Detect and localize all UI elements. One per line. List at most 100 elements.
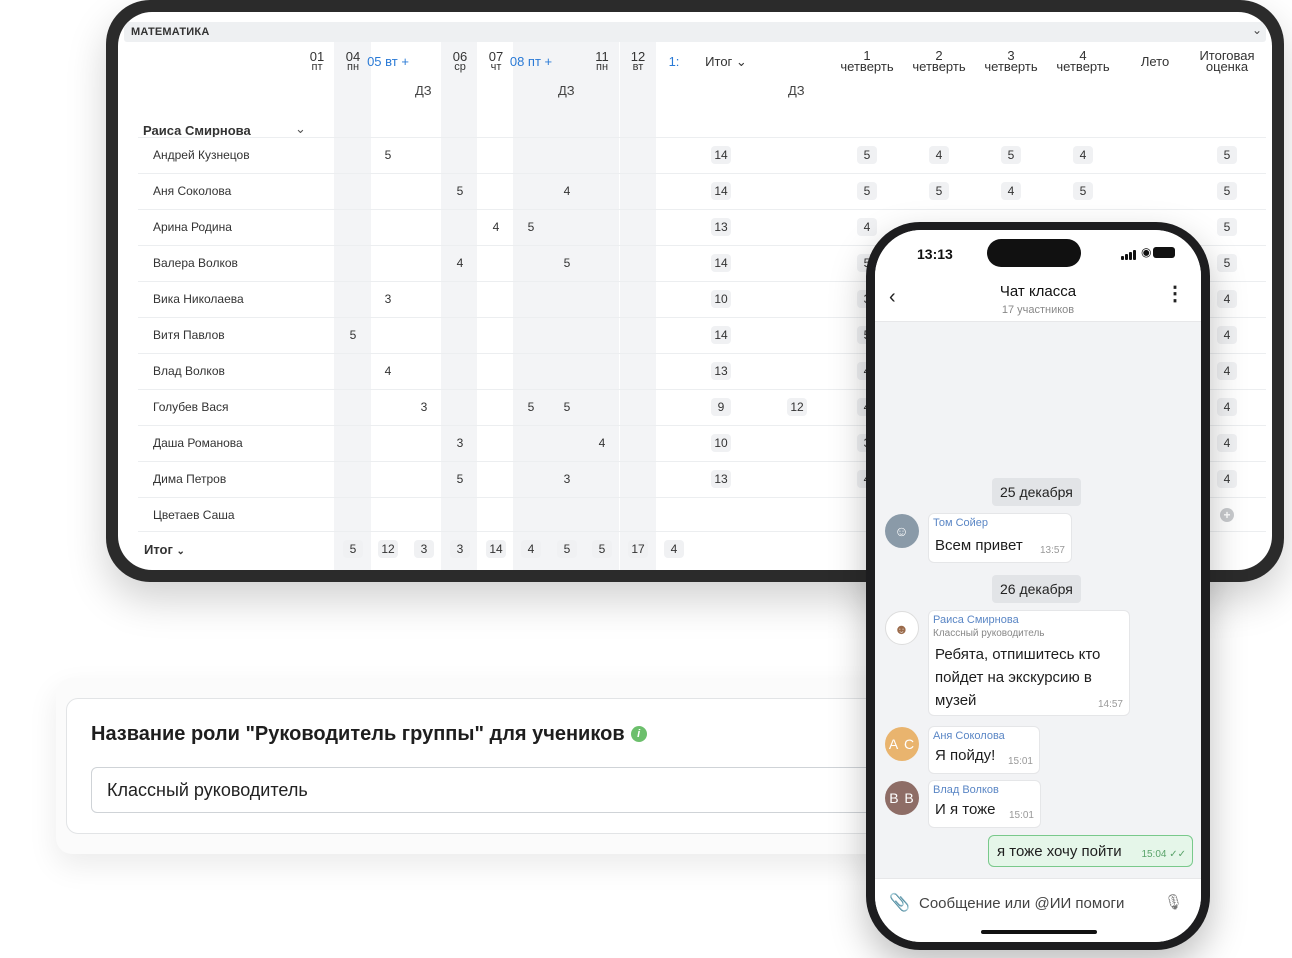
grade-cell[interactable]: 4: [1073, 146, 1093, 164]
grade-cell[interactable]: 5: [343, 540, 363, 558]
date-column-header[interactable]: 11 пн: [587, 50, 617, 73]
message-author[interactable]: Влад Волков: [933, 784, 999, 796]
grade-cell[interactable]: 5: [521, 218, 541, 236]
date-column-header[interactable]: 01 пт: [302, 50, 332, 73]
grade-cell[interactable]: 10: [711, 434, 731, 452]
grade-cell[interactable]: 4: [1217, 434, 1237, 452]
date-column-shade: [620, 42, 656, 570]
grade-cell[interactable]: 5: [1001, 146, 1021, 164]
grade-cell[interactable]: 4: [557, 182, 577, 200]
grade-cell[interactable]: 5: [857, 182, 877, 200]
student-name[interactable]: Витя Павлов: [153, 328, 225, 342]
date-column-header[interactable]: 06 ср: [445, 50, 475, 73]
grade-cell[interactable]: 4: [521, 540, 541, 558]
grade-cell[interactable]: 4: [378, 362, 398, 380]
grade-cell[interactable]: 10: [711, 290, 731, 308]
teacher-name[interactable]: Раиса Смирнова: [143, 123, 251, 138]
avatar-anya[interactable]: А С: [885, 727, 919, 761]
student-name[interactable]: Голубев Вася: [153, 400, 229, 414]
grade-cell[interactable]: 5: [557, 398, 577, 416]
grade-cell[interactable]: 5: [450, 470, 470, 488]
add-grade-icon[interactable]: +: [1220, 508, 1234, 522]
grade-cell[interactable]: 4: [1001, 182, 1021, 200]
grade-cell[interactable]: 3: [557, 470, 577, 488]
grade-cell[interactable]: 4: [486, 218, 506, 236]
grade-cell[interactable]: 12: [378, 540, 398, 558]
grade-cell[interactable]: 5: [1217, 218, 1237, 236]
date-column-header[interactable]: 1:: [659, 55, 689, 68]
grade-cell[interactable]: 14: [711, 182, 731, 200]
grade-cell[interactable]: 5: [857, 146, 877, 164]
grade-cell[interactable]: 5: [557, 254, 577, 272]
grade-cell[interactable]: 5: [929, 182, 949, 200]
grade-cell[interactable]: 3: [450, 540, 470, 558]
grade-cell[interactable]: 4: [929, 146, 949, 164]
subject-bar[interactable]: МАТЕМАТИКА ⌄: [124, 22, 1266, 42]
grade-cell[interactable]: 4: [1217, 362, 1237, 380]
chat-participants: 17 участников: [1001, 304, 1075, 316]
grade-cell[interactable]: 5: [1217, 254, 1237, 272]
grade-cell[interactable]: 13: [711, 218, 731, 236]
message-author[interactable]: Раиса Смирнова: [933, 614, 1019, 626]
chevron-down-icon[interactable]: ⌄: [1252, 23, 1262, 37]
grade-cell[interactable]: 5: [1217, 146, 1237, 164]
student-name[interactable]: Вика Николаева: [153, 292, 244, 306]
grade-cell[interactable]: 5: [1073, 182, 1093, 200]
microphone-icon[interactable]: 🎙: [1164, 893, 1183, 911]
grade-cell[interactable]: 4: [1217, 326, 1237, 344]
grade-cell[interactable]: 5: [450, 182, 470, 200]
grade-cell[interactable]: 4: [1217, 470, 1237, 488]
grade-cell[interactable]: 4: [592, 434, 612, 452]
grade-cell[interactable]: 3: [414, 398, 434, 416]
student-name[interactable]: Арина Родина: [153, 220, 232, 234]
grade-cell[interactable]: 12: [787, 398, 807, 416]
grade-cell[interactable]: 14: [711, 326, 731, 344]
grade-cell[interactable]: 14: [711, 254, 731, 272]
student-name[interactable]: Аня Соколова: [153, 184, 231, 198]
grade-cell[interactable]: 3: [450, 434, 470, 452]
grade-cell[interactable]: 4: [1217, 290, 1237, 308]
grade-cell[interactable]: 17: [628, 540, 648, 558]
date-column-header[interactable]: 12 вт: [623, 50, 653, 73]
student-name[interactable]: Дима Петров: [153, 472, 226, 486]
grade-cell[interactable]: 5: [343, 326, 363, 344]
grade-cell[interactable]: 9: [711, 398, 731, 416]
grade-cell[interactable]: 3: [378, 290, 398, 308]
avatar-vlad[interactable]: В В: [885, 781, 919, 815]
grade-cell[interactable]: 13: [711, 362, 731, 380]
itog-column-header[interactable]: Итог ⌄: [701, 55, 751, 68]
role-title: Название роли "Руководитель группы" для …: [91, 723, 647, 746]
date-column-header[interactable]: 05 вт +: [358, 55, 418, 68]
info-icon[interactable]: i: [630, 726, 647, 742]
grade-cell[interactable]: 13: [711, 470, 731, 488]
role-name-input[interactable]: Классный руководитель: [91, 767, 951, 813]
message-author[interactable]: Том Сойер: [933, 517, 988, 529]
student-name[interactable]: Цветаев Саша: [153, 508, 235, 522]
student-name[interactable]: Андрей Кузнецов: [153, 148, 250, 162]
message-author[interactable]: Аня Соколова: [933, 730, 1005, 742]
grade-cell[interactable]: 3: [414, 540, 434, 558]
paperclip-icon[interactable]: 📎: [889, 893, 910, 913]
quarter-label: четверть: [1056, 59, 1110, 74]
grade-cell[interactable]: 5: [378, 146, 398, 164]
student-name[interactable]: Влад Волков: [153, 364, 225, 378]
avatar-raisa[interactable]: ☻: [885, 611, 919, 645]
grade-cell[interactable]: 4: [857, 218, 877, 236]
grade-cell[interactable]: 4: [664, 540, 684, 558]
date-column-header[interactable]: 08 пт +: [501, 55, 561, 68]
chevron-down-icon[interactable]: ⌄: [295, 121, 306, 137]
grade-cell[interactable]: 5: [592, 540, 612, 558]
student-name[interactable]: Даша Романова: [153, 436, 243, 450]
grade-cell[interactable]: 5: [557, 540, 577, 558]
grade-cell[interactable]: 14: [711, 146, 731, 164]
grade-cell[interactable]: 4: [450, 254, 470, 272]
grade-cell[interactable]: 14: [486, 540, 506, 558]
student-name[interactable]: Валера Волков: [153, 256, 238, 270]
grade-cell[interactable]: 5: [1217, 182, 1237, 200]
more-menu-icon[interactable]: ⋮: [1165, 284, 1185, 304]
message-input[interactable]: Сообщение или @ИИ помоги: [919, 895, 1124, 912]
avatar-tom[interactable]: ☺: [885, 514, 919, 548]
grade-cell[interactable]: 4: [1217, 398, 1237, 416]
total-row-label[interactable]: Итог ⌄: [144, 542, 185, 557]
grade-cell[interactable]: 5: [521, 398, 541, 416]
